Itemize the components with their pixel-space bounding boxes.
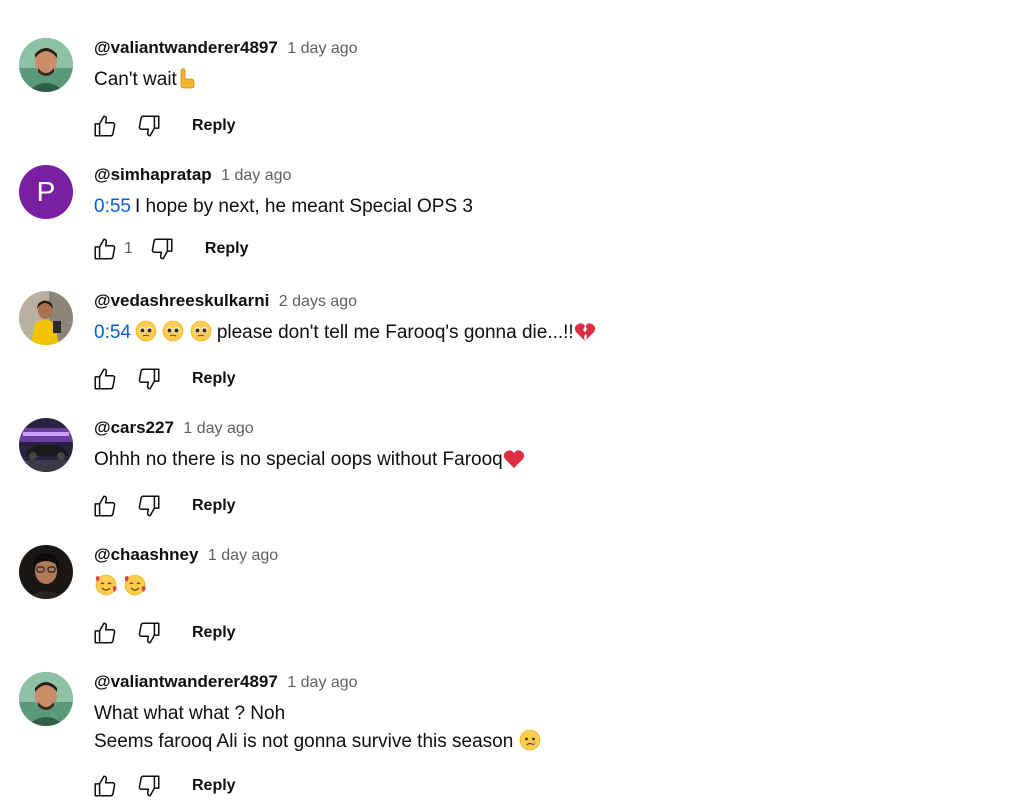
avatar-letter: P	[36, 176, 56, 207]
thumbs-down-icon	[138, 622, 160, 644]
thumbs-up-icon	[94, 368, 116, 390]
comment-text: 0:54 please don't tell me Farooq's gonna…	[94, 319, 1004, 351]
like-button[interactable]	[90, 618, 120, 648]
dislike-button[interactable]	[134, 364, 164, 394]
avatar[interactable]	[19, 418, 73, 472]
comment-time[interactable]: 1 day ago	[221, 167, 291, 184]
crying-face-emoji	[519, 729, 541, 760]
thumbs-down-icon	[138, 495, 160, 517]
pleading-face-emoji	[162, 320, 184, 351]
comment-author[interactable]: @cars227	[94, 418, 174, 437]
comment-author[interactable]: @simhapratap	[94, 165, 212, 184]
thumbs-up-icon	[94, 495, 116, 517]
comment-text-content: Can't wait	[94, 69, 177, 90]
timestamp-link[interactable]: 0:54	[94, 322, 131, 343]
thumbs-up-icon	[94, 775, 116, 797]
comment-text-content: please don't tell me Farooq's gonna die.…	[216, 322, 574, 343]
pleading-face-emoji	[190, 320, 212, 351]
thumbs-down-icon	[138, 115, 160, 137]
comment-author[interactable]: @chaashney	[94, 545, 198, 564]
comment-author[interactable]: @valiantwanderer4897	[94, 672, 278, 691]
comment-body: @simhapratap 1 day ago 0:55 I hope by nex…	[94, 165, 1004, 265]
dislike-button[interactable]	[134, 491, 164, 521]
reply-button[interactable]: Reply	[192, 370, 236, 388]
comment-author[interactable]: @vedashreeskulkarni	[94, 291, 269, 310]
comment-time[interactable]: 2 days ago	[279, 293, 357, 310]
reply-button[interactable]: Reply	[192, 117, 236, 135]
avatar[interactable]: P	[19, 165, 73, 219]
reply-button[interactable]: Reply	[192, 624, 236, 642]
comment-actions: Reply	[94, 490, 1004, 522]
smiling-face-with-hearts-emoji	[123, 574, 147, 605]
backhand-index-pointing-up-emoji	[177, 67, 197, 98]
reply-button[interactable]: Reply	[192, 497, 236, 515]
comment-time[interactable]: 1 day ago	[287, 40, 357, 57]
red-heart-emoji	[503, 449, 525, 478]
like-button[interactable]	[90, 491, 120, 521]
comment-body: @valiantwanderer4897 1 day ago Can't wai…	[94, 38, 1004, 142]
comment-text	[94, 573, 1004, 605]
comment-time[interactable]: 1 day ago	[208, 547, 278, 564]
comment-text: What what what ? Noh Seems farooq Ali is…	[94, 700, 1004, 760]
avatar[interactable]	[19, 38, 73, 92]
dislike-button[interactable]	[134, 111, 164, 141]
comment-body: @chaashney 1 day ago Reply	[94, 545, 1004, 649]
comment-text-content: I hope by next, he meant Special OPS 3	[134, 196, 473, 217]
comment-text: Ohhh no there is no special oops without…	[94, 446, 1004, 478]
dislike-button[interactable]	[134, 771, 164, 801]
pleading-face-emoji	[135, 320, 157, 351]
dislike-button[interactable]	[134, 618, 164, 648]
comment-actions: Reply	[94, 770, 1004, 802]
broken-heart-emoji	[574, 322, 596, 351]
thumbs-up-icon	[94, 115, 116, 137]
smiling-face-with-hearts-emoji	[94, 574, 118, 605]
like-button[interactable]	[90, 111, 120, 141]
like-button[interactable]	[90, 234, 120, 264]
comment-text-line: What what what ? Noh	[94, 703, 286, 724]
comment-text: 0:55 I hope by next, he meant Special OPS…	[94, 193, 1004, 221]
comment-text-line: Seems farooq Ali is not gonna survive th…	[94, 728, 1004, 760]
avatar[interactable]	[19, 672, 73, 726]
like-count: 1	[124, 240, 133, 257]
comment-body: @valiantwanderer4897 1 day ago What what…	[94, 672, 1004, 802]
timestamp-link[interactable]: 0:55	[94, 196, 131, 217]
comment-time[interactable]: 1 day ago	[183, 420, 253, 437]
comment-actions: 1 Reply	[94, 233, 1004, 265]
comment-body: @vedashreeskulkarni 2 days ago 0:54 plea…	[94, 291, 1004, 395]
avatar[interactable]	[19, 545, 73, 599]
comment-text: Can't wait	[94, 66, 1004, 98]
thumbs-up-icon	[94, 622, 116, 644]
comment-list: @valiantwanderer4897 1 day ago Can't wai…	[0, 0, 1024, 807]
reply-button[interactable]: Reply	[192, 777, 236, 795]
comment-time[interactable]: 1 day ago	[287, 674, 357, 691]
thumbs-down-icon	[138, 775, 160, 797]
avatar[interactable]	[19, 291, 73, 345]
comment-text-content: Seems farooq Ali is not gonna survive th…	[94, 731, 514, 752]
dislike-button[interactable]	[147, 234, 177, 264]
thumbs-down-icon	[151, 238, 173, 260]
comment-actions: Reply	[94, 110, 1004, 142]
comment-body: @cars227 1 day ago Ohhh no there is no s…	[94, 418, 1004, 522]
comment-actions: Reply	[94, 363, 1004, 395]
comment-text-content: Ohhh no there is no special oops without…	[94, 449, 503, 470]
thumbs-up-icon	[94, 238, 116, 260]
like-button[interactable]	[90, 364, 120, 394]
thumbs-down-icon	[138, 368, 160, 390]
comment-actions: Reply	[94, 617, 1004, 649]
reply-button[interactable]: Reply	[205, 240, 249, 258]
comment-author[interactable]: @valiantwanderer4897	[94, 38, 278, 57]
like-button[interactable]	[90, 771, 120, 801]
